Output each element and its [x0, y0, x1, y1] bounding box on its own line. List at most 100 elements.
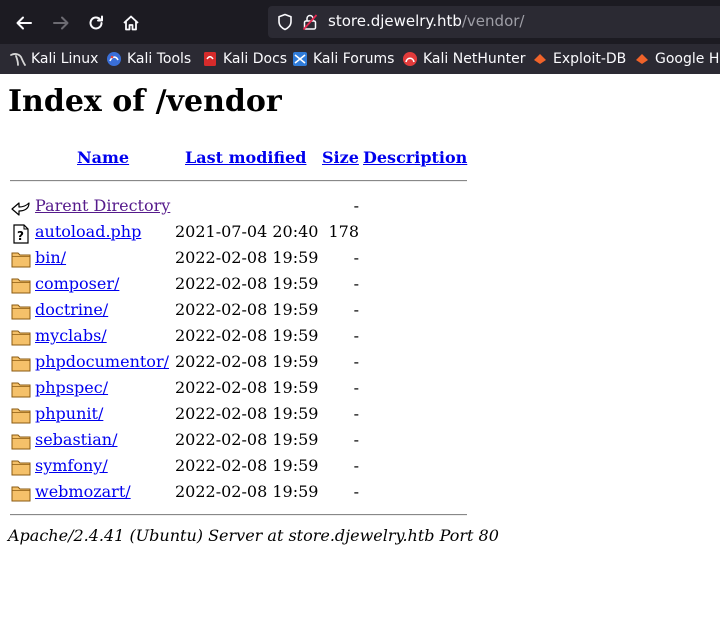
parent-directory-row: Parent Directory -	[0, 194, 720, 220]
folder-link[interactable]: myclabs/	[35, 326, 107, 345]
folder-icon	[11, 328, 31, 350]
reload-button[interactable]	[82, 9, 110, 37]
file-size: -	[353, 196, 359, 215]
forward-button[interactable]	[47, 9, 75, 37]
folder-link[interactable]: phpspec/	[35, 378, 108, 397]
table-row: myclabs/ 2022-02-08 19:59 -	[0, 324, 720, 350]
file-size: 178	[328, 222, 359, 241]
folder-icon	[11, 354, 31, 376]
folder-link[interactable]: webmozart/	[35, 482, 131, 501]
back-arrow-icon	[11, 198, 31, 222]
last-modified: 2022-02-08 19:59	[175, 404, 319, 423]
sort-by-name-link[interactable]: Name	[77, 148, 129, 167]
bookmark-google-hacking[interactable]: Google Ha	[634, 50, 720, 68]
file-size: -	[353, 456, 359, 475]
sort-by-last-modified-link[interactable]: Last modified	[185, 148, 306, 167]
bookmark-label: Kali Linux	[31, 51, 99, 67]
folder-icon	[11, 302, 31, 324]
last-modified: 2022-02-08 19:59	[175, 352, 319, 371]
file-size: -	[353, 482, 359, 501]
reload-icon	[89, 15, 103, 30]
browser-toolbar: store.djewelry.htb/vendor/	[0, 0, 720, 44]
svg-text:?: ?	[17, 229, 24, 243]
bookmark-label: Kali Tools	[127, 51, 192, 67]
server-signature: Apache/2.4.41 (Ubuntu) Server at store.d…	[8, 526, 499, 545]
folder-link[interactable]: bin/	[35, 248, 66, 267]
bookmark-label: Google Ha	[655, 51, 720, 67]
last-modified: 2022-02-08 19:59	[175, 248, 319, 267]
last-modified: 2022-02-08 19:59	[175, 326, 319, 345]
google-hacking-icon	[634, 51, 650, 67]
table-row: ? autoload.php 2021-07-04 20:40 178	[0, 220, 720, 246]
table-row: webmozart/ 2022-02-08 19:59 -	[0, 480, 720, 506]
file-size: -	[353, 404, 359, 423]
file-size: -	[353, 378, 359, 397]
footer-divider	[10, 514, 467, 516]
bookmark-kali-docs[interactable]: Kali Docs	[202, 50, 287, 68]
last-modified: 2022-02-08 19:59	[175, 482, 319, 501]
table-row: symfony/ 2022-02-08 19:59 -	[0, 454, 720, 480]
kali-tools-icon	[106, 51, 122, 67]
url-path: /vendor/	[461, 12, 525, 30]
kali-dragon-icon	[10, 51, 26, 67]
insecure-lock-icon[interactable]	[302, 13, 318, 35]
table-row: phpunit/ 2022-02-08 19:59 -	[0, 402, 720, 428]
unknown-file-icon: ?	[11, 224, 31, 248]
folder-link[interactable]: phpdocumentor/	[35, 352, 169, 371]
sort-by-size-link[interactable]: Size	[322, 148, 359, 167]
kali-forums-icon	[292, 51, 308, 67]
home-icon	[123, 15, 139, 31]
table-row: doctrine/ 2022-02-08 19:59 -	[0, 298, 720, 324]
back-button[interactable]	[10, 9, 38, 37]
file-size: -	[353, 248, 359, 267]
folder-link[interactable]: sebastian/	[35, 430, 117, 449]
folder-icon	[11, 250, 31, 272]
folder-icon	[11, 406, 31, 428]
folder-link[interactable]: phpunit/	[35, 404, 103, 423]
arrow-right-icon	[53, 16, 69, 30]
folder-icon	[11, 276, 31, 298]
folder-icon	[11, 484, 31, 506]
file-size: -	[353, 430, 359, 449]
folder-icon	[11, 458, 31, 480]
bookmarks-toolbar: Kali Linux Kali Tools Kali Docs Kali For…	[0, 44, 720, 74]
address-bar[interactable]: store.djewelry.htb/vendor/	[268, 6, 720, 38]
bookmark-label: Kali Forums	[313, 51, 395, 67]
last-modified: 2022-02-08 19:59	[175, 430, 319, 449]
file-size: -	[353, 274, 359, 293]
exploit-db-icon	[532, 51, 548, 67]
folder-link[interactable]: doctrine/	[35, 300, 108, 319]
sort-by-description-link[interactable]: Description	[363, 148, 467, 167]
table-row: composer/ 2022-02-08 19:59 -	[0, 272, 720, 298]
last-modified: 2022-02-08 19:59	[175, 378, 319, 397]
table-row: bin/ 2022-02-08 19:59 -	[0, 246, 720, 272]
file-link[interactable]: autoload.php	[35, 222, 141, 241]
last-modified: 2022-02-08 19:59	[175, 456, 319, 475]
kali-nethunter-icon	[402, 51, 418, 67]
page-title: Index of /vendor	[8, 84, 282, 119]
bookmark-kali-forums[interactable]: Kali Forums	[292, 50, 394, 68]
arrow-left-icon	[16, 16, 32, 30]
bookmark-label: Exploit-DB	[553, 51, 627, 67]
bookmark-kali-tools[interactable]: Kali Tools	[106, 50, 191, 68]
bookmark-kali-nethunter[interactable]: Kali NetHunter	[402, 50, 525, 68]
kali-docs-icon	[202, 51, 218, 67]
url-host: store.djewelry.htb	[328, 12, 462, 30]
file-size: -	[353, 300, 359, 319]
home-button[interactable]	[117, 9, 145, 37]
bookmark-label: Kali NetHunter	[423, 51, 526, 67]
url-text[interactable]: store.djewelry.htb/vendor/	[328, 12, 524, 30]
last-modified: 2021-07-04 20:40	[175, 222, 319, 241]
parent-directory-link[interactable]: Parent Directory	[35, 196, 170, 215]
page-content: Index of /vendor Name Last modified Size…	[0, 74, 720, 626]
last-modified: 2022-02-08 19:59	[175, 300, 319, 319]
folder-link[interactable]: composer/	[35, 274, 119, 293]
folder-link[interactable]: symfony/	[35, 456, 108, 475]
bookmark-kali-linux[interactable]: Kali Linux	[10, 50, 98, 68]
table-row: phpdocumentor/ 2022-02-08 19:59 -	[0, 350, 720, 376]
folder-icon	[11, 380, 31, 402]
header-divider	[10, 180, 467, 182]
shield-icon[interactable]	[277, 13, 293, 35]
folder-icon	[11, 432, 31, 454]
bookmark-exploit-db[interactable]: Exploit-DB	[532, 50, 626, 68]
